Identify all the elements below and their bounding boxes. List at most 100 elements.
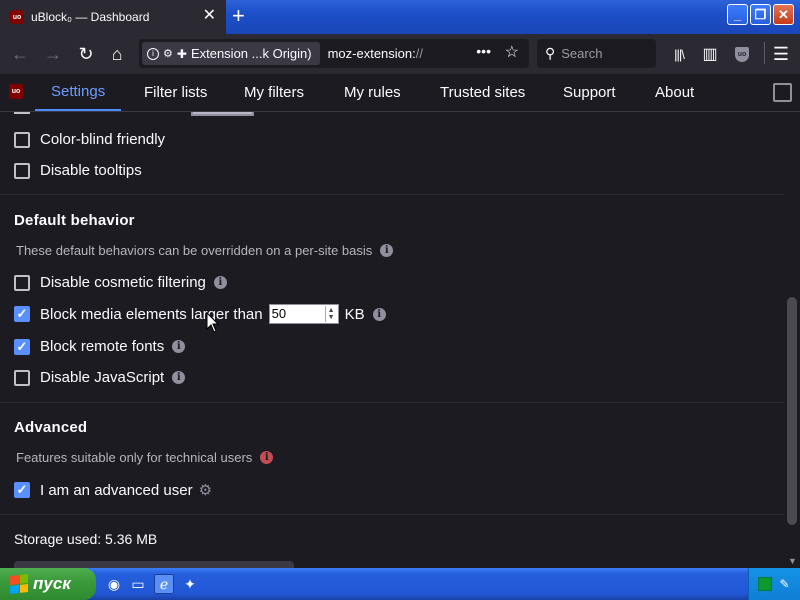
quicklaunch-app-icon[interactable]: ✦	[180, 574, 200, 594]
tab-filter-lists[interactable]: Filter lists	[128, 74, 223, 111]
dashboard-nav: uo Settings Filter lists My filters My r…	[0, 74, 800, 112]
media-size-value: 50	[271, 306, 287, 321]
mouse-cursor-icon	[206, 312, 220, 333]
ublock-favicon-icon: uo	[10, 10, 24, 24]
default-behavior-heading: Default behavior	[14, 212, 135, 229]
advanced-user-checkbox[interactable]: ✓	[14, 482, 30, 498]
info-icon[interactable]: i	[372, 307, 386, 321]
tray-app-icon[interactable]	[757, 577, 772, 591]
new-tab-button[interactable]: +	[232, 4, 245, 28]
search-icon: ⚲	[545, 45, 556, 61]
url-bar[interactable]: i ⚙ ✚ Extension ...k Origin) moz-extensi…	[139, 39, 529, 68]
identity-box[interactable]: i ⚙ ✚ Extension ...k Origin)	[142, 42, 320, 65]
tray-network-icon[interactable]: ✎	[778, 577, 792, 591]
number-spinner-icon[interactable]: ▲ ▼	[324, 306, 337, 322]
sidebar-button[interactable]: ▥	[699, 43, 721, 65]
info-icon[interactable]: i	[172, 340, 186, 353]
maximize-button[interactable]: ❐	[750, 4, 771, 25]
scrollbar[interactable]: ▼	[784, 112, 800, 568]
menu-button[interactable]: ☰	[770, 43, 792, 65]
library-button[interactable]: |||\	[668, 43, 690, 65]
info-icon[interactable]: i	[380, 244, 394, 257]
storage-used: Storage used: 5.36 MB	[14, 531, 158, 547]
default-behavior-description: These default behaviors can be overridde…	[16, 243, 394, 258]
disable-js-label: Disable JavaScript	[40, 369, 165, 386]
advanced-user-label: I am an advanced user	[40, 481, 193, 499]
color-blind-label: Color-blind friendly	[40, 131, 166, 148]
tab-title: uBlock₀ — Dashboard	[31, 10, 150, 24]
partial-color-swatch[interactable]	[191, 112, 254, 116]
advanced-heading: Advanced	[14, 419, 88, 436]
bookmark-star-icon[interactable]: ☆	[505, 42, 519, 62]
section-divider	[0, 402, 784, 403]
media-size-unit: KB	[344, 305, 365, 323]
title-bar: uo uBlock₀ — Dashboard ✕ + _ ❐ ✕	[0, 0, 800, 34]
tab-my-rules[interactable]: My rules	[328, 74, 417, 111]
tab-my-filters[interactable]: My filters	[228, 74, 320, 111]
media-size-input[interactable]: 50 ▲ ▼	[268, 304, 339, 324]
tab-settings[interactable]: Settings	[35, 74, 122, 111]
ublock-shield-icon: uo	[735, 46, 749, 62]
block-fonts-label: Block remote fonts	[40, 338, 165, 355]
block-fonts-option[interactable]: ✓ Block remote fonts i	[14, 338, 186, 355]
disable-tooltips-option[interactable]: Disable tooltips	[14, 162, 142, 179]
block-media-checkbox[interactable]: ✓	[14, 306, 30, 322]
reload-button[interactable]: ↻	[75, 43, 97, 65]
windows-flag-icon	[10, 574, 28, 594]
tab-trusted-sites[interactable]: Trusted sites	[424, 74, 541, 111]
home-button[interactable]: ⌂	[106, 43, 128, 65]
disable-cosmetic-option[interactable]: Disable cosmetic filtering i	[14, 274, 227, 291]
warning-info-icon[interactable]: i	[260, 451, 274, 464]
identity-label: Extension ...k Origin)	[190, 46, 312, 61]
browser-tab[interactable]: uo uBlock₀ — Dashboard ✕	[0, 0, 226, 34]
close-window-button[interactable]: ✕	[773, 4, 794, 25]
url-text[interactable]: moz-extension://	[328, 46, 423, 61]
ublock-logo-icon: uo	[9, 84, 23, 99]
info-icon[interactable]: i	[172, 371, 186, 384]
advanced-user-option[interactable]: ✓ I am an advanced user ⚙	[14, 481, 212, 499]
section-divider	[0, 514, 784, 515]
block-media-label: Block media elements larger than	[40, 305, 263, 323]
color-blind-option[interactable]: Color-blind friendly	[14, 131, 165, 148]
scrollbar-thumb[interactable]	[787, 297, 797, 525]
start-button[interactable]: пуск	[0, 568, 96, 600]
permissions-icon: ⚙	[163, 48, 173, 60]
advanced-description: Features suitable only for technical use…	[16, 450, 274, 465]
disable-cosmetic-label: Disable cosmetic filtering	[40, 274, 206, 291]
taskbar: пуск ◉ ▭ ℯ ✦ ✎	[0, 568, 800, 600]
scroll-down-arrow-icon[interactable]: ▼	[788, 556, 797, 566]
back-button[interactable]: ←	[9, 43, 31, 65]
block-fonts-checkbox[interactable]: ✓	[14, 338, 30, 355]
settings-pane: Color-blind friendly Disable tooltips De…	[0, 112, 784, 568]
info-icon[interactable]: i	[213, 276, 227, 289]
search-input[interactable]: ⚲ Search	[537, 39, 656, 68]
ublock-toolbar-button[interactable]: uo	[731, 43, 753, 65]
partial-checkbox[interactable]	[14, 112, 30, 114]
disable-js-option[interactable]: Disable JavaScript i	[14, 369, 186, 386]
disable-cosmetic-checkbox[interactable]	[14, 274, 30, 291]
storage-button[interactable]	[14, 561, 294, 568]
info-icon: i	[147, 47, 159, 60]
disable-tooltips-label: Disable tooltips	[40, 162, 142, 179]
toolbar-separator	[764, 42, 765, 64]
book-icon[interactable]	[773, 83, 792, 102]
tab-close-icon[interactable]: ✕	[203, 8, 216, 24]
tab-support[interactable]: Support	[547, 74, 632, 111]
block-media-option[interactable]: ✓ Block media elements larger than 50 ▲ ▼…	[14, 304, 386, 324]
disable-tooltips-checkbox[interactable]	[14, 162, 30, 179]
window-controls: _ ❐ ✕	[727, 4, 794, 25]
extension-puzzle-icon: ✚	[176, 46, 187, 61]
minimize-button[interactable]: _	[727, 4, 748, 25]
page-actions-icon[interactable]: •••	[476, 43, 491, 59]
quicklaunch-desktop-icon[interactable]: ▭	[128, 574, 148, 594]
search-placeholder: Search	[561, 46, 603, 61]
quicklaunch-explorer-icon[interactable]: ◉	[104, 574, 124, 594]
tab-about[interactable]: About	[639, 74, 710, 111]
color-blind-checkbox[interactable]	[14, 131, 30, 148]
forward-button[interactable]: →	[42, 43, 64, 65]
gears-icon[interactable]: ⚙	[199, 481, 212, 499]
section-divider	[0, 194, 784, 195]
start-label: пуск	[33, 574, 71, 593]
quicklaunch-ie-icon[interactable]: ℯ	[154, 574, 174, 594]
disable-js-checkbox[interactable]	[14, 369, 30, 386]
